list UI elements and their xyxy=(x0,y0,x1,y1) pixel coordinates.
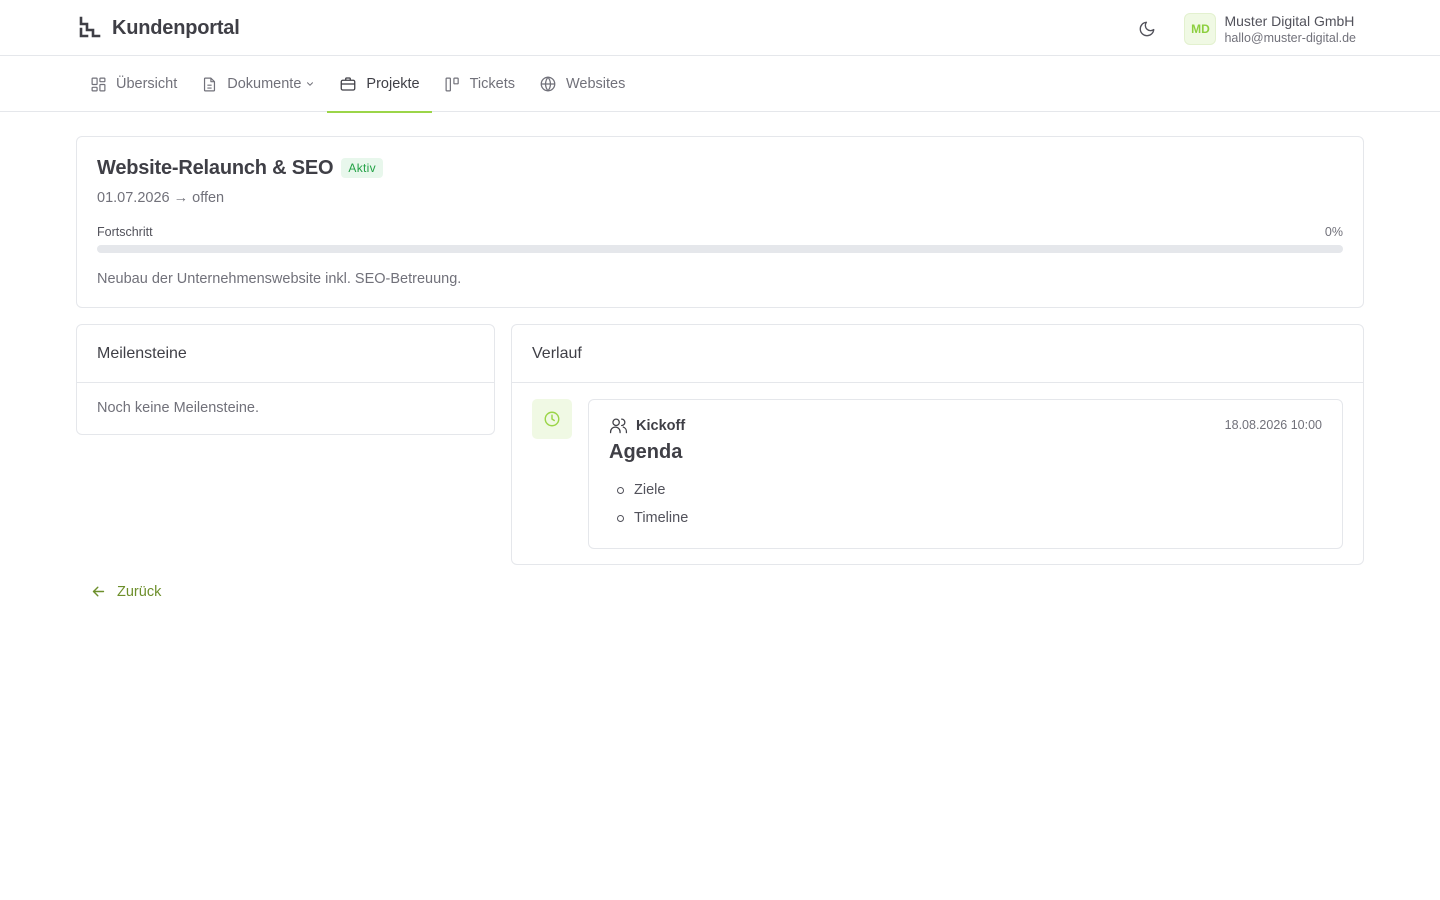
theme-toggle-button[interactable] xyxy=(1130,12,1164,46)
list-item: Timeline xyxy=(617,504,1322,532)
users-icon xyxy=(609,416,628,435)
avatar[interactable]: MD xyxy=(1184,13,1217,45)
back-label: Zurück xyxy=(117,583,162,600)
nav-label: Websites xyxy=(566,76,626,92)
brand-title: Kundenportal xyxy=(112,16,240,39)
timeline-event: Kickoff 18.08.2026 10:00 Agenda Ziele Ti… xyxy=(588,399,1343,549)
user-info[interactable]: Muster Digital GmbH hallo@muster-digital… xyxy=(1224,13,1356,46)
briefcase-icon xyxy=(339,75,357,93)
nav-item-projekte[interactable]: Projekte xyxy=(327,56,432,113)
event-heading: Agenda xyxy=(609,441,683,463)
nav-label: Tickets xyxy=(469,76,515,92)
nav-item-tickets[interactable]: Tickets xyxy=(432,56,527,112)
list-item: Ziele xyxy=(617,476,1322,504)
event-list: Ziele Timeline xyxy=(609,476,1322,532)
moon-icon xyxy=(1138,20,1156,38)
status-badge: Aktiv xyxy=(341,158,383,178)
nav-item-dokumente[interactable]: Dokumente xyxy=(189,56,327,112)
nav-item-uebersicht[interactable]: Übersicht xyxy=(78,56,189,112)
chevron-down-icon xyxy=(305,79,315,89)
user-email: hallo@muster-digital.de xyxy=(1224,30,1356,45)
milestones-title: Meilensteine xyxy=(77,325,494,383)
history-title: Verlauf xyxy=(512,325,1363,383)
globe-icon xyxy=(539,75,557,93)
progress-label: Fortschritt xyxy=(97,225,153,239)
event-type: Kickoff xyxy=(636,417,686,434)
history-card: Verlauf Kickoff 18.08.2026 10:00 Agenda … xyxy=(511,324,1364,565)
event-timestamp: 18.08.2026 10:00 xyxy=(1224,418,1322,432)
nav-label: Dokumente xyxy=(227,76,302,92)
document-icon xyxy=(201,76,218,93)
arrow-left-icon xyxy=(90,583,107,600)
brand[interactable]: Kundenportal xyxy=(78,16,240,40)
nav-label: Übersicht xyxy=(116,76,178,92)
project-title: Website-Relaunch & SEO xyxy=(97,156,334,179)
project-description: Neubau der Unternehmenswebsite inkl. SEO… xyxy=(97,271,462,287)
nav-item-websites[interactable]: Websites xyxy=(527,56,637,112)
milestones-card: Meilensteine Noch keine Meilensteine. xyxy=(76,324,495,435)
progress-percent: 0% xyxy=(1324,225,1343,239)
timeline: Kickoff 18.08.2026 10:00 Agenda Ziele Ti… xyxy=(512,383,1363,565)
project-card: Website-Relaunch & SEO Aktiv 01.07.2026 … xyxy=(76,136,1364,308)
logo-icon xyxy=(78,16,102,40)
back-link[interactable]: Zurück xyxy=(90,583,161,600)
clock-icon xyxy=(532,399,572,439)
main-nav: Übersicht Dokumente Projekte Tickets Web… xyxy=(0,56,1440,113)
nav-label: Projekte xyxy=(366,76,420,92)
top-header: Kundenportal MD Muster Digital GmbH hall… xyxy=(0,0,1440,56)
milestones-empty-text: Noch keine Meilensteine. xyxy=(97,400,260,416)
dashboard-icon xyxy=(90,76,107,93)
user-company: Muster Digital GmbH xyxy=(1224,12,1355,29)
progress-bar xyxy=(97,245,1343,253)
kanban-icon xyxy=(444,76,461,93)
project-dates: 01.07.2026 → offen xyxy=(97,190,225,206)
